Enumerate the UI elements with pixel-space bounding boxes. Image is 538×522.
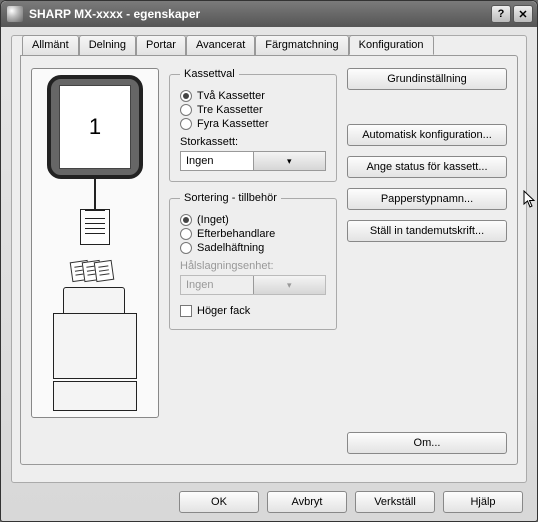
grundinstallning-button[interactable]: Grundinställning <box>347 68 507 90</box>
om-row: Om... <box>347 432 507 454</box>
window-title: SHARP MX-xxxx - egenskaper <box>29 7 489 21</box>
center-column: Kassettval Två Kassetter Tre Kassetter <box>169 68 337 454</box>
hoger-fack-checkbox[interactable]: Höger fack <box>180 305 326 317</box>
radio-icon <box>180 90 192 102</box>
radio-tva-kassetter[interactable]: Två Kassetter <box>180 90 326 102</box>
halslagning-combo: Ingen ▾ <box>180 275 326 295</box>
printer-preview: 1 <box>31 68 159 418</box>
storkassett-value: Ingen <box>181 155 253 167</box>
tab-fargmatchning[interactable]: Färgmatchning <box>255 35 348 55</box>
chevron-down-icon: ▾ <box>253 276 326 294</box>
client-area: Allmänt Delning Portar Avancerat Färgmat… <box>1 27 537 521</box>
hoger-fack-label: Höger fack <box>197 305 250 317</box>
radio-label: Två Kassetter <box>197 90 265 102</box>
tab-strip: Allmänt Delning Portar Avancerat Färgmat… <box>20 34 518 54</box>
tab-portar[interactable]: Portar <box>136 35 186 55</box>
preview-document-icon <box>80 209 110 245</box>
tab-konfiguration[interactable]: Konfiguration <box>349 35 434 55</box>
tab-container: Allmänt Delning Portar Avancerat Färgmat… <box>11 35 527 483</box>
radio-icon <box>180 104 192 116</box>
radio-label: Tre Kassetter <box>197 104 263 116</box>
sortering-legend: Sortering - tillbehör <box>180 192 281 204</box>
radio-tre-kassetter[interactable]: Tre Kassetter <box>180 104 326 116</box>
kassettval-group: Kassettval Två Kassetter Tre Kassetter <box>169 68 337 182</box>
verkstall-button[interactable]: Verkställ <box>355 491 435 513</box>
automatisk-konfiguration-button[interactable]: Automatisk konfiguration... <box>347 124 507 146</box>
ange-status-kassett-button[interactable]: Ange status för kassett... <box>347 156 507 178</box>
tandemutskrift-button[interactable]: Ställ in tandemutskrift... <box>347 220 507 242</box>
om-button[interactable]: Om... <box>347 432 507 454</box>
titlebar: SHARP MX-xxxx - egenskaper ? ✕ <box>1 1 537 27</box>
radio-fyra-kassetter[interactable]: Fyra Kassetter <box>180 118 326 130</box>
properties-dialog: SHARP MX-xxxx - egenskaper ? ✕ Allmänt D… <box>0 0 538 522</box>
papperstypnamn-button[interactable]: Papperstypnamn... <box>347 188 507 210</box>
radio-label: Efterbehandlare <box>197 228 275 240</box>
radio-icon <box>180 228 192 240</box>
tab-allmant[interactable]: Allmänt <box>22 35 79 55</box>
radio-label: Sadelhäftning <box>197 242 264 254</box>
chevron-down-icon: ▾ <box>253 152 326 170</box>
preview-pages-icon <box>77 261 113 281</box>
storkassett-combo[interactable]: Ingen ▾ <box>180 151 326 171</box>
dialog-button-row: OK Avbryt Verkställ Hjälp <box>11 483 527 513</box>
radio-sadelhaftning[interactable]: Sadelhäftning <box>180 242 326 254</box>
storkassett-label: Storkassett: <box>180 136 326 148</box>
close-button[interactable]: ✕ <box>513 5 533 23</box>
radio-icon <box>180 214 192 226</box>
avbryt-button[interactable]: Avbryt <box>267 491 347 513</box>
sortering-group: Sortering - tillbehör (Inget) Efterbehan… <box>169 192 337 330</box>
preview-connector-icon <box>94 179 96 209</box>
layout: 1 Kassettval <box>31 68 507 454</box>
radio-inget[interactable]: (Inget) <box>180 214 326 226</box>
halslagning-value: Ingen <box>181 279 253 291</box>
radio-efterbehandlare[interactable]: Efterbehandlare <box>180 228 326 240</box>
right-column: Grundinställning Automatisk konfiguratio… <box>347 68 507 454</box>
preview-printer-icon <box>45 291 145 411</box>
hjalp-button[interactable]: Hjälp <box>443 491 523 513</box>
halslagning-label: Hålslagningsenhet: <box>180 260 326 272</box>
preview-page-number: 1 <box>59 85 131 169</box>
tab-panel: 1 Kassettval <box>20 55 518 465</box>
radio-icon <box>180 118 192 130</box>
printer-icon <box>7 6 23 22</box>
checkbox-icon <box>180 305 192 317</box>
radio-icon <box>180 242 192 254</box>
tab-delning[interactable]: Delning <box>79 35 136 55</box>
kassettval-legend: Kassettval <box>180 68 239 80</box>
ok-button[interactable]: OK <box>179 491 259 513</box>
radio-label: Fyra Kassetter <box>197 118 269 130</box>
help-button[interactable]: ? <box>491 5 511 23</box>
radio-label: (Inget) <box>197 214 229 226</box>
cursor-icon <box>523 190 537 208</box>
preview-tray-icon: 1 <box>47 75 143 179</box>
tab-avancerat[interactable]: Avancerat <box>186 35 255 55</box>
